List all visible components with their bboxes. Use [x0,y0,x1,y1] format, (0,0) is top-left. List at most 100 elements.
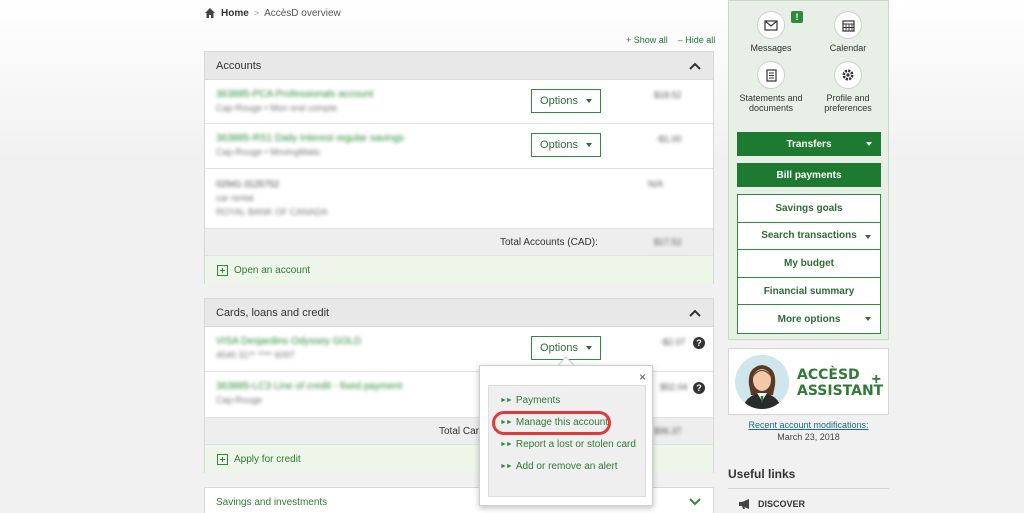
calendar-label: Calendar [829,43,867,53]
discover-link[interactable]: DISCOVER [738,498,805,510]
card-name-link[interactable]: VISA Desjardins Odyssey GOLD [216,336,361,347]
divider [728,488,889,489]
discover-label: DISCOVER [758,499,806,509]
profile-shortcut[interactable]: Profile and preferences [813,61,883,113]
document-icon [757,61,785,89]
options-button[interactable]: Options [531,133,601,157]
home-icon[interactable] [204,7,216,19]
account-description: car rental [216,193,254,203]
menu-item-label: Manage this account [515,417,609,428]
assistant-title-line1: ACCÈSD [797,367,860,383]
sidebar-item-label: Savings goals [775,202,843,214]
account-balance: N/A [648,179,664,189]
menu-item-label: Payments [515,395,561,406]
help-icon[interactable]: ? [693,337,705,349]
accounts-title: Accounts [216,59,262,72]
statements-shortcut[interactable]: Statements and documents [736,61,806,113]
double-arrow-icon: ►► [500,397,513,404]
account-row: 363885-PCA Professionals account Cap-Rou… [205,80,713,124]
transfers-button[interactable]: Transfers [737,132,881,156]
account-number: 02941-3125752 [216,179,280,189]
caret-down-icon [585,99,592,103]
savings-title: Savings and investments [216,496,328,508]
bill-payments-button[interactable]: Bill payments [737,163,881,187]
card-balance: -$2.07 [660,337,686,347]
double-arrow-icon: ►► [500,419,513,426]
sidebar-item-label: Financial summary [763,285,855,297]
assistant-card[interactable]: ACCÈSD ASSISTANT + [728,348,889,415]
breadcrumb-current: AccèsD overview [264,7,341,19]
calendar-shortcut[interactable]: Calendar [813,11,883,53]
accounts-total-row: Total Accounts (CAD): $17.52 [205,229,713,256]
notification-badge: ! [791,11,803,23]
menu-item-label: Add or remove an alert [515,461,618,472]
calendar-icon [834,11,862,39]
assistant-title: ACCÈSD ASSISTANT [797,367,883,399]
sidebar-item-savings-goals[interactable]: Savings goals [738,195,880,223]
caret-down-icon [585,346,592,350]
sidebar-item-label: Search transactions [761,230,857,242]
chevron-up-icon[interactable] [688,306,702,320]
account-institution: ROYAL BANK OF CANADA [216,207,328,217]
sidebar-item-my-budget[interactable]: My budget [738,250,880,278]
menu-item-payments[interactable]: ►► Payments [500,395,560,406]
options-label: Options [540,95,578,107]
menu-item-label: Report a lost or stolen card [515,439,636,450]
plus-icon[interactable]: + [872,371,881,389]
account-subtitle: Cap-Rouge • Mon oral compte [216,103,338,113]
recent-modifications-date: March 23, 2018 [777,432,840,442]
cards-title: Cards, loans and credit [216,306,330,319]
caret-down-icon [866,142,872,146]
plus-square-icon [217,264,228,276]
card-number: 4540 31** **** 6097 [216,350,295,360]
sidebar-item-more-options[interactable]: More options [738,305,880,333]
account-name-link[interactable]: 363885-PCA Professionals account [216,89,373,100]
options-label: Options [540,139,578,151]
recent-modifications-link[interactable]: Recent account modifications: [728,420,889,430]
account-row: 363885-RS1 Daily Interest regular saving… [205,124,713,169]
card-name-link[interactable]: 363885-LC3 Line of credit - fixed paymen… [216,381,402,392]
open-account-label: Open an account [234,264,311,276]
options-button[interactable]: Options [531,89,601,113]
accounts-panel: Accounts 363885-PCA Professionals accoun… [204,51,714,284]
breadcrumb: Home > AccèsD overview [204,7,341,19]
statements-label: Statements and documents [739,93,803,113]
total-label: Total Accounts (CAD): [500,237,598,248]
cards-header[interactable]: Cards, loans and credit [205,299,713,327]
chevron-up-icon[interactable] [688,59,702,73]
caret-down-icon [585,143,592,147]
menu-item-manage-account[interactable]: ►► Manage this account [500,417,608,428]
gear-icon [834,61,862,89]
sidebar-item-financial-summary[interactable]: Financial summary [738,278,880,306]
assistant-title-line2: ASSISTANT [797,383,884,399]
options-menu: ►► Payments ►► Manage this account ►► Repor… [488,385,646,497]
total-value: $96.37 [654,426,682,436]
account-balance: -$1.00 [656,134,682,144]
menu-item-alerts[interactable]: ►► Add or remove an alert [500,461,618,472]
assistant-avatar [735,355,789,409]
show-all-link[interactable]: + Show all [626,35,668,45]
menu-item-report-lost-card[interactable]: ►► Report a lost or stolen card [500,439,636,450]
account-name-link[interactable]: 363885-RS1 Daily Interest regular saving… [216,133,404,144]
chevron-down-icon[interactable] [688,495,702,509]
bill-payments-label: Bill payments [776,169,842,181]
expand-controls: + Show all – Hide all [626,35,715,45]
help-icon[interactable]: ? [693,382,705,394]
hide-all-link[interactable]: – Hide all [678,35,716,45]
caret-down-icon [865,234,871,239]
account-balance: $18.52 [654,90,682,100]
total-value: $17.52 [654,237,682,247]
breadcrumb-home-link[interactable]: Home [221,8,249,19]
card-balance: $52.04 [660,382,688,392]
open-account-link[interactable]: Open an account [205,256,713,284]
accounts-header[interactable]: Accounts [205,52,713,80]
sidebar-item-search-transactions[interactable]: Search transactions [738,223,880,251]
breadcrumb-separator: > [253,8,260,18]
caret-down-icon [865,317,871,322]
double-arrow-icon: ►► [500,463,513,470]
transfers-label: Transfers [786,138,832,150]
options-label: Options [540,342,578,354]
close-icon[interactable]: × [639,370,646,384]
card-subtitle: Cap-Rouge [216,395,263,405]
sidebar-item-label: My budget [784,257,834,269]
